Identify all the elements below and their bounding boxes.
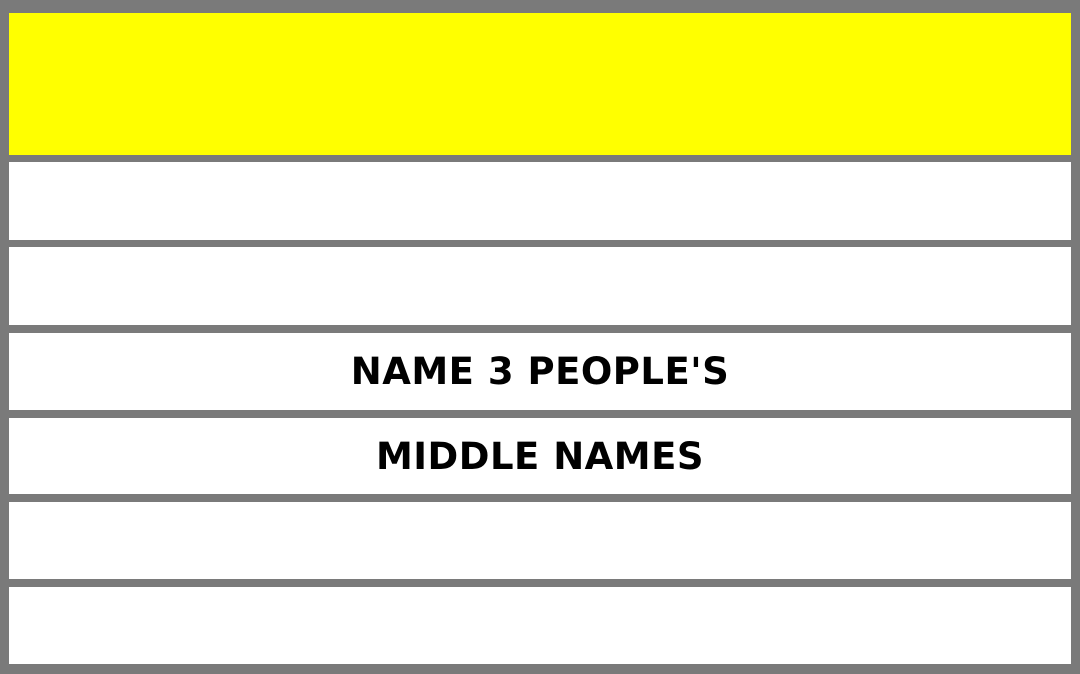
board-row-3: NAME 3 PEOPLE'S [9,333,1071,410]
board-row-6 [9,587,1071,664]
header-banner [9,13,1071,155]
question-board: NAME 3 PEOPLE'S MIDDLE NAMES [0,0,1080,674]
board-row-1 [9,162,1071,240]
board-row-2 [9,247,1071,325]
board-row-4: MIDDLE NAMES [9,418,1071,494]
board-row-5 [9,502,1071,579]
question-line-2: MIDDLE NAMES [375,434,705,478]
question-line-1: NAME 3 PEOPLE'S [350,350,730,393]
